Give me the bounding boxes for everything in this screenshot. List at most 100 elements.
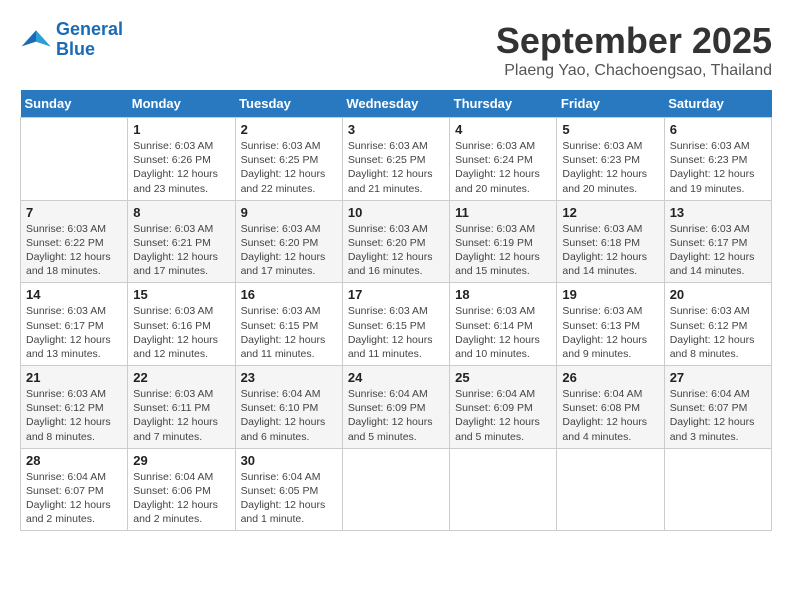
col-tuesday: Tuesday [235,90,342,118]
day-number: 28 [26,453,122,468]
day-number: 26 [562,370,658,385]
cell-info: Sunrise: 6:04 AMSunset: 6:09 PMDaylight:… [455,387,551,444]
day-number: 25 [455,370,551,385]
cell-info: Sunrise: 6:03 AMSunset: 6:16 PMDaylight:… [133,304,229,361]
cell-info: Sunrise: 6:04 AMSunset: 6:06 PMDaylight:… [133,470,229,527]
day-number: 3 [348,122,444,137]
calendar-cell: 17 Sunrise: 6:03 AMSunset: 6:15 PMDaylig… [342,283,449,366]
cell-info: Sunrise: 6:03 AMSunset: 6:25 PMDaylight:… [241,139,337,196]
cell-info: Sunrise: 6:03 AMSunset: 6:11 PMDaylight:… [133,387,229,444]
day-number: 2 [241,122,337,137]
col-friday: Friday [557,90,664,118]
day-number: 1 [133,122,229,137]
cell-info: Sunrise: 6:03 AMSunset: 6:15 PMDaylight:… [241,304,337,361]
week-row-5: 28 Sunrise: 6:04 AMSunset: 6:07 PMDaylig… [21,448,772,531]
cell-info: Sunrise: 6:04 AMSunset: 6:10 PMDaylight:… [241,387,337,444]
day-number: 11 [455,205,551,220]
day-number: 6 [670,122,766,137]
cell-info: Sunrise: 6:03 AMSunset: 6:21 PMDaylight:… [133,222,229,279]
calendar-cell: 6 Sunrise: 6:03 AMSunset: 6:23 PMDayligh… [664,118,771,201]
month-title: September 2025 [496,20,772,62]
cell-info: Sunrise: 6:03 AMSunset: 6:26 PMDaylight:… [133,139,229,196]
title-block: September 2025 Plaeng Yao, Chachoengsao,… [496,20,772,80]
logo: General Blue [20,20,123,60]
day-number: 13 [670,205,766,220]
calendar-cell [21,118,128,201]
calendar-cell [557,448,664,531]
day-number: 14 [26,287,122,302]
cell-info: Sunrise: 6:03 AMSunset: 6:17 PMDaylight:… [670,222,766,279]
calendar-cell: 19 Sunrise: 6:03 AMSunset: 6:13 PMDaylig… [557,283,664,366]
day-number: 20 [670,287,766,302]
calendar-cell: 8 Sunrise: 6:03 AMSunset: 6:21 PMDayligh… [128,200,235,283]
col-wednesday: Wednesday [342,90,449,118]
day-number: 16 [241,287,337,302]
cell-info: Sunrise: 6:03 AMSunset: 6:24 PMDaylight:… [455,139,551,196]
logo-icon [20,24,52,56]
calendar-cell: 21 Sunrise: 6:03 AMSunset: 6:12 PMDaylig… [21,366,128,449]
day-number: 27 [670,370,766,385]
calendar-cell: 9 Sunrise: 6:03 AMSunset: 6:20 PMDayligh… [235,200,342,283]
calendar-cell: 22 Sunrise: 6:03 AMSunset: 6:11 PMDaylig… [128,366,235,449]
week-row-4: 21 Sunrise: 6:03 AMSunset: 6:12 PMDaylig… [21,366,772,449]
cell-info: Sunrise: 6:03 AMSunset: 6:23 PMDaylight:… [562,139,658,196]
day-number: 19 [562,287,658,302]
cell-info: Sunrise: 6:03 AMSunset: 6:15 PMDaylight:… [348,304,444,361]
calendar-cell: 4 Sunrise: 6:03 AMSunset: 6:24 PMDayligh… [450,118,557,201]
col-thursday: Thursday [450,90,557,118]
calendar-cell: 24 Sunrise: 6:04 AMSunset: 6:09 PMDaylig… [342,366,449,449]
location: Plaeng Yao, Chachoengsao, Thailand [496,62,772,80]
day-number: 22 [133,370,229,385]
col-monday: Monday [128,90,235,118]
day-number: 15 [133,287,229,302]
cell-info: Sunrise: 6:03 AMSunset: 6:25 PMDaylight:… [348,139,444,196]
cell-info: Sunrise: 6:03 AMSunset: 6:13 PMDaylight:… [562,304,658,361]
day-number: 9 [241,205,337,220]
cell-info: Sunrise: 6:04 AMSunset: 6:07 PMDaylight:… [670,387,766,444]
week-row-1: 1 Sunrise: 6:03 AMSunset: 6:26 PMDayligh… [21,118,772,201]
cell-info: Sunrise: 6:03 AMSunset: 6:12 PMDaylight:… [26,387,122,444]
calendar-cell [664,448,771,531]
calendar-cell: 29 Sunrise: 6:04 AMSunset: 6:06 PMDaylig… [128,448,235,531]
calendar-cell: 1 Sunrise: 6:03 AMSunset: 6:26 PMDayligh… [128,118,235,201]
cell-info: Sunrise: 6:04 AMSunset: 6:09 PMDaylight:… [348,387,444,444]
calendar-cell: 20 Sunrise: 6:03 AMSunset: 6:12 PMDaylig… [664,283,771,366]
day-number: 24 [348,370,444,385]
calendar-cell: 30 Sunrise: 6:04 AMSunset: 6:05 PMDaylig… [235,448,342,531]
cell-info: Sunrise: 6:03 AMSunset: 6:14 PMDaylight:… [455,304,551,361]
cell-info: Sunrise: 6:04 AMSunset: 6:05 PMDaylight:… [241,470,337,527]
cell-info: Sunrise: 6:03 AMSunset: 6:23 PMDaylight:… [670,139,766,196]
calendar-cell: 26 Sunrise: 6:04 AMSunset: 6:08 PMDaylig… [557,366,664,449]
cell-info: Sunrise: 6:03 AMSunset: 6:18 PMDaylight:… [562,222,658,279]
calendar-cell: 13 Sunrise: 6:03 AMSunset: 6:17 PMDaylig… [664,200,771,283]
calendar-cell: 11 Sunrise: 6:03 AMSunset: 6:19 PMDaylig… [450,200,557,283]
day-number: 8 [133,205,229,220]
calendar-cell: 7 Sunrise: 6:03 AMSunset: 6:22 PMDayligh… [21,200,128,283]
cell-info: Sunrise: 6:03 AMSunset: 6:12 PMDaylight:… [670,304,766,361]
calendar-cell: 5 Sunrise: 6:03 AMSunset: 6:23 PMDayligh… [557,118,664,201]
logo-line1: General [56,19,123,39]
day-number: 12 [562,205,658,220]
cell-info: Sunrise: 6:03 AMSunset: 6:20 PMDaylight:… [241,222,337,279]
cell-info: Sunrise: 6:03 AMSunset: 6:17 PMDaylight:… [26,304,122,361]
cell-info: Sunrise: 6:03 AMSunset: 6:19 PMDaylight:… [455,222,551,279]
cell-info: Sunrise: 6:03 AMSunset: 6:20 PMDaylight:… [348,222,444,279]
col-sunday: Sunday [21,90,128,118]
day-number: 10 [348,205,444,220]
calendar-cell: 18 Sunrise: 6:03 AMSunset: 6:14 PMDaylig… [450,283,557,366]
calendar-cell [342,448,449,531]
calendar-cell: 27 Sunrise: 6:04 AMSunset: 6:07 PMDaylig… [664,366,771,449]
calendar-cell: 16 Sunrise: 6:03 AMSunset: 6:15 PMDaylig… [235,283,342,366]
calendar-cell: 3 Sunrise: 6:03 AMSunset: 6:25 PMDayligh… [342,118,449,201]
day-number: 23 [241,370,337,385]
day-number: 18 [455,287,551,302]
calendar-cell [450,448,557,531]
calendar-cell: 10 Sunrise: 6:03 AMSunset: 6:20 PMDaylig… [342,200,449,283]
day-number: 29 [133,453,229,468]
logo-line2: Blue [56,39,95,59]
calendar-cell: 28 Sunrise: 6:04 AMSunset: 6:07 PMDaylig… [21,448,128,531]
week-row-3: 14 Sunrise: 6:03 AMSunset: 6:17 PMDaylig… [21,283,772,366]
day-number: 7 [26,205,122,220]
logo-text: General Blue [56,20,123,60]
calendar-cell: 15 Sunrise: 6:03 AMSunset: 6:16 PMDaylig… [128,283,235,366]
